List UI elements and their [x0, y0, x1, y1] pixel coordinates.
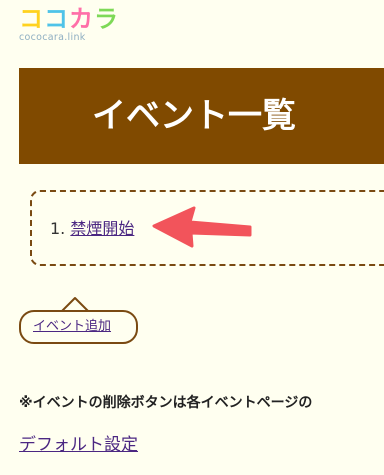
- event-link[interactable]: 禁煙開始: [70, 219, 134, 238]
- logo-char: カ: [69, 5, 94, 33]
- page-title: イベント一覧: [92, 96, 296, 136]
- logo-mark: ココカラ: [19, 6, 129, 32]
- event-list: 1. 禁煙開始: [50, 218, 134, 240]
- logo-char: コ: [44, 5, 69, 33]
- page: ココカラ cococara.link イベント一覧 1. 禁煙開始 イベント追加…: [0, 0, 384, 475]
- event-list-item: 1. 禁煙開始: [50, 218, 134, 240]
- add-event-link[interactable]: イベント追加: [33, 319, 111, 335]
- red-arrow-icon: [152, 206, 252, 248]
- logo-subtitle: cococara.link: [19, 32, 86, 43]
- event-number: 1.: [50, 219, 66, 238]
- site-logo[interactable]: ココカラ cococara.link: [19, 6, 129, 44]
- delete-note: ※イベントの削除ボタンは各イベントページの: [19, 395, 313, 411]
- logo-char: コ: [19, 5, 44, 33]
- add-event-button[interactable]: イベント追加: [19, 310, 138, 344]
- header-bar: イベント一覧: [19, 68, 384, 164]
- logo-char: ラ: [94, 5, 119, 33]
- default-settings-link[interactable]: デフォルト設定: [19, 434, 138, 456]
